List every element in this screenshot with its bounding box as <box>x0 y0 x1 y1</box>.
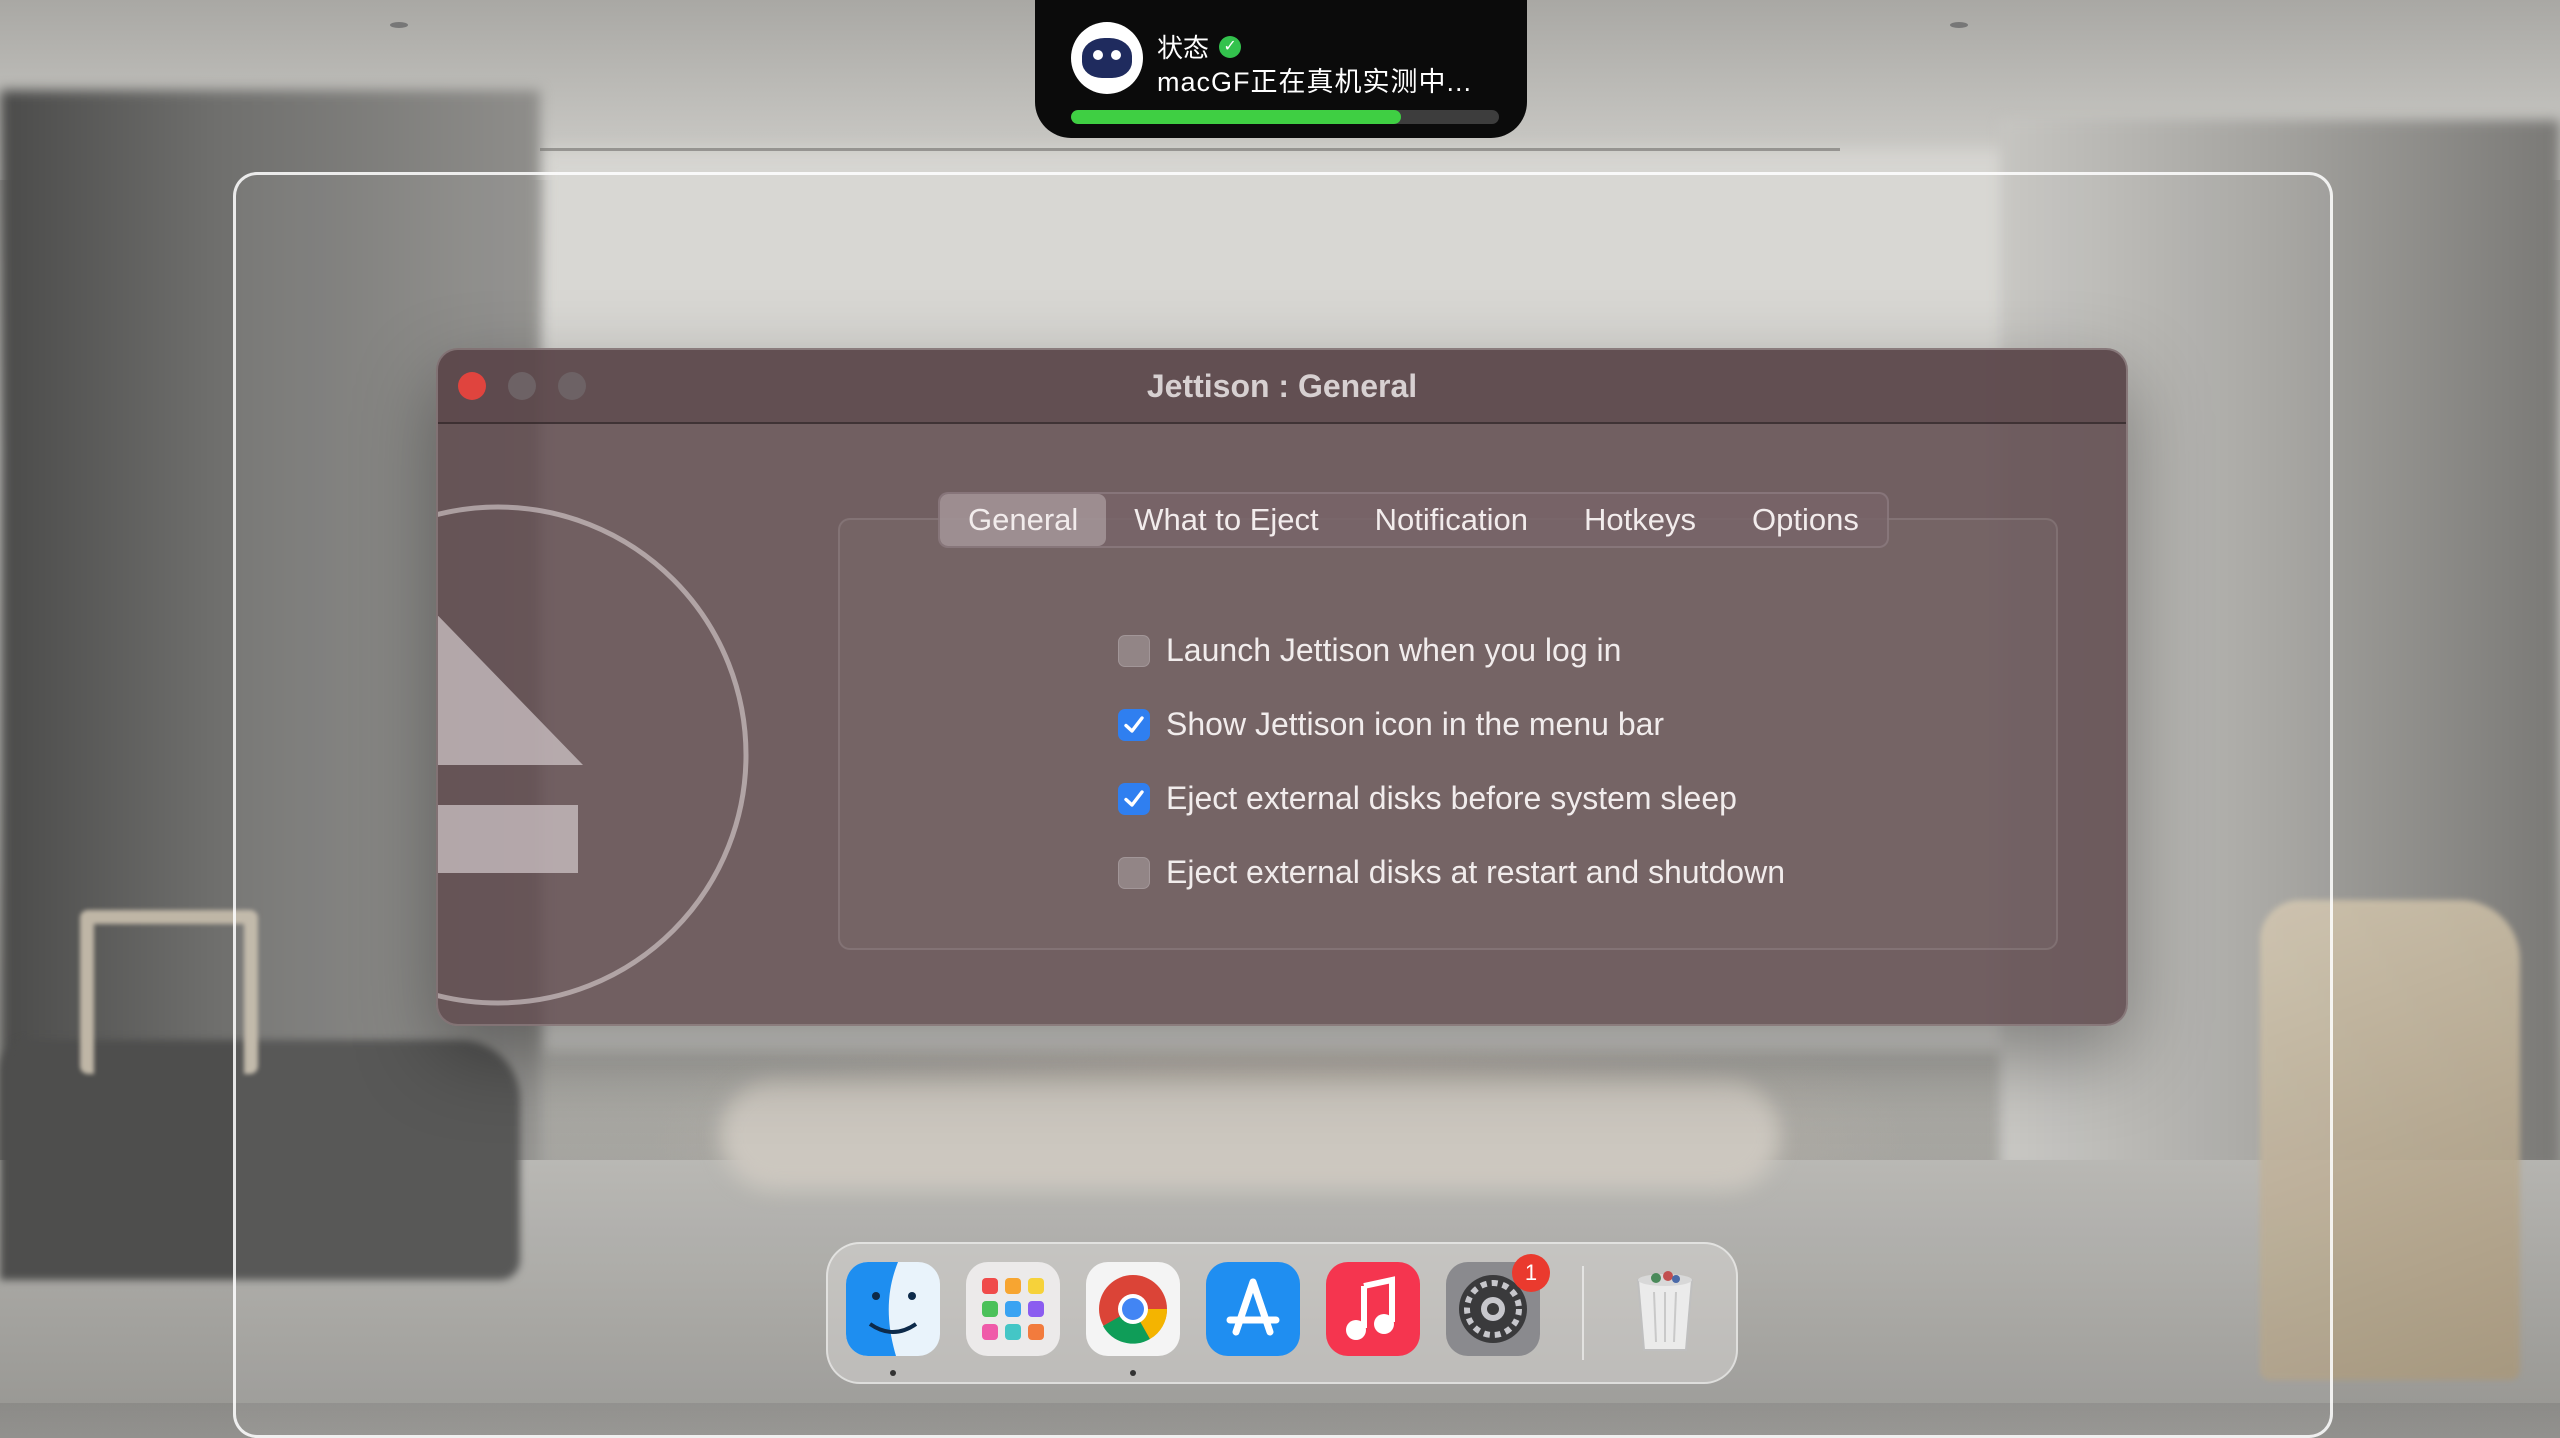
dock-separator <box>1582 1266 1584 1360</box>
trash-icon[interactable] <box>1618 1262 1712 1356</box>
checkmark-icon <box>1124 715 1144 733</box>
tab-notification[interactable]: Notification <box>1347 494 1556 546</box>
dock: 1 <box>826 1242 1738 1384</box>
tab-what-to-eject[interactable]: What to Eject <box>1106 494 1346 546</box>
progress-fill <box>1071 110 1401 124</box>
running-indicator <box>890 1370 896 1376</box>
option-show-menu-bar-icon[interactable]: Show Jettison icon in the menu bar <box>1118 706 1664 743</box>
progress-bar <box>1071 110 1499 124</box>
notification-badge: 1 <box>1512 1254 1550 1292</box>
option-eject-at-restart[interactable]: Eject external disks at restart and shut… <box>1118 854 1785 891</box>
checkbox-unchecked[interactable] <box>1118 634 1150 667</box>
option-label: Launch Jettison when you log in <box>1166 632 1622 668</box>
status-message: macGF正在真机实测中... <box>1157 67 1473 97</box>
checkmark-icon <box>1124 789 1144 807</box>
status-notification: 状态 ✓ macGF正在真机实测中... <box>1035 0 1527 138</box>
option-launch-at-login[interactable]: Launch Jettison when you log in <box>1118 632 1621 669</box>
checkbox-checked[interactable] <box>1118 708 1150 741</box>
tab-options[interactable]: Options <box>1724 494 1887 546</box>
eject-icon <box>438 504 749 1006</box>
finder-icon[interactable] <box>846 1262 940 1356</box>
check-circle-icon: ✓ <box>1219 35 1242 58</box>
option-eject-before-sleep[interactable]: Eject external disks before system sleep <box>1118 780 1737 817</box>
avatar <box>1071 22 1143 94</box>
title-bar[interactable]: Jettison : General <box>438 350 2126 424</box>
checkbox-checked[interactable] <box>1118 782 1150 815</box>
app-store-icon[interactable] <box>1206 1262 1300 1356</box>
window-title: Jettison : General <box>1146 368 1418 404</box>
tab-hotkeys[interactable]: Hotkeys <box>1556 494 1724 546</box>
music-icon[interactable] <box>1326 1262 1420 1356</box>
option-label: Eject external disks before system sleep <box>1166 780 1737 816</box>
running-indicator <box>1130 1370 1136 1376</box>
jettison-window: Jettison : General General What to Eject… <box>436 348 2128 1026</box>
tab-general[interactable]: General <box>940 494 1107 546</box>
option-label: Show Jettison icon in the menu bar <box>1166 706 1665 742</box>
option-label: Eject external disks at restart and shut… <box>1166 854 1785 890</box>
tab-bar: General What to Eject Notification Hotke… <box>938 492 1889 548</box>
launchpad-icon[interactable] <box>966 1262 1060 1356</box>
chrome-icon[interactable] <box>1086 1262 1180 1356</box>
checkbox-unchecked[interactable] <box>1118 856 1150 889</box>
